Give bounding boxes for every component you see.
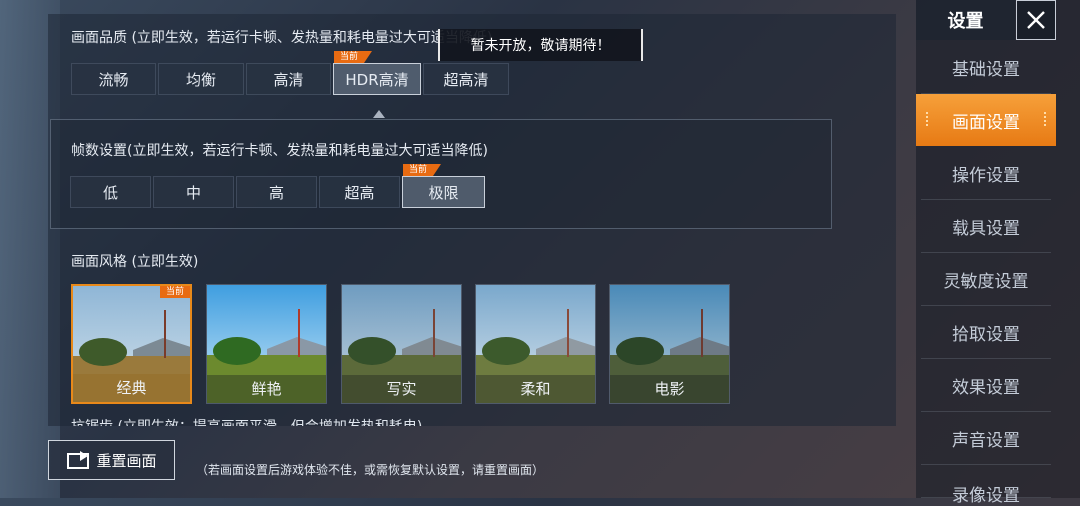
style-option-soft[interactable]: 柔和: [475, 284, 596, 404]
quality-option-smooth[interactable]: 流畅: [71, 63, 156, 95]
quality-segment: 流畅 均衡 高清 当前 HDR高清 超高清: [71, 51, 511, 95]
thumb-label: 柔和: [476, 375, 595, 403]
quality-option-hdr[interactable]: 当前 HDR高清: [333, 51, 421, 95]
decor-dots: [926, 112, 928, 128]
fps-option-extreme[interactable]: 当前 极限: [402, 164, 485, 208]
quality-title: 画面品质 (立即生效，若运行卡顿、发热量和耗电量过大可适当降低): [71, 30, 493, 46]
sidebar-item-controls[interactable]: 操作设置: [921, 147, 1051, 200]
decor-dots: [1044, 112, 1046, 128]
style-option-cinema[interactable]: 电影: [609, 284, 730, 404]
close-icon: [1027, 11, 1045, 29]
thumb-label: 电影: [610, 375, 729, 403]
sidebar-item-effects[interactable]: 效果设置: [921, 359, 1051, 412]
sidebar-item-pickup[interactable]: 拾取设置: [921, 306, 1051, 359]
coming-soon-tooltip: 暂未开放，敬请期待！: [438, 29, 643, 61]
current-badge: 当前: [159, 286, 190, 298]
fps-option-ultra[interactable]: 超高: [319, 176, 400, 208]
sidebar-item-sound[interactable]: 声音设置: [921, 412, 1051, 465]
thumb-label: 鲜艳: [207, 375, 326, 403]
reset-note: （若画面设置后游戏体验不佳，或需恢复默认设置，请重置画面）: [196, 463, 545, 477]
settings-panel: 画面品质 (立即生效，若运行卡顿、发热量和耗电量过大可适当降低) 流畅 均衡 高…: [48, 14, 896, 426]
thumb-label: 写实: [342, 375, 461, 403]
quality-option-hd[interactable]: 高清: [246, 63, 331, 95]
style-title: 画面风格 (立即生效): [71, 254, 199, 270]
style-option-vivid[interactable]: 鲜艳: [206, 284, 327, 404]
fps-title: 帧数设置(立即生效，若运行卡顿、发热量和耗电量过大可适当降低): [71, 143, 488, 159]
reset-icon: [67, 451, 90, 469]
fps-segment: 低 中 高 超高 当前 极限: [70, 164, 487, 208]
fps-option-medium[interactable]: 中: [153, 176, 234, 208]
sidebar-item-graphics[interactable]: 画面设置: [916, 94, 1056, 146]
current-badge: 当前: [403, 164, 442, 176]
quality-option-balanced[interactable]: 均衡: [158, 63, 244, 95]
sidebar-item-basic[interactable]: 基础设置: [921, 41, 1051, 94]
sidebar-item-vehicle[interactable]: 载具设置: [921, 200, 1051, 253]
sidebar-item-recording[interactable]: 录像设置: [921, 465, 1051, 506]
close-button[interactable]: [1016, 0, 1056, 40]
reset-graphics-button[interactable]: 重置画面: [48, 440, 175, 480]
tooltip-caret: [373, 110, 385, 118]
style-option-realistic[interactable]: 写实: [341, 284, 462, 404]
fps-option-high[interactable]: 高: [236, 176, 317, 208]
fps-option-low[interactable]: 低: [70, 176, 151, 208]
thumb-label: 经典: [73, 374, 190, 402]
sidebar-item-sensitivity[interactable]: 灵敏度设置: [921, 253, 1051, 306]
settings-title: 设置: [916, 0, 1015, 40]
current-badge: 当前: [334, 51, 373, 63]
antialias-title: 抗锯齿 (立即生效：提高画面平滑，但会增加发热和耗电): [71, 416, 422, 426]
style-option-classic[interactable]: 当前 经典: [71, 284, 192, 404]
quality-option-ultra[interactable]: 超高清: [423, 63, 509, 95]
